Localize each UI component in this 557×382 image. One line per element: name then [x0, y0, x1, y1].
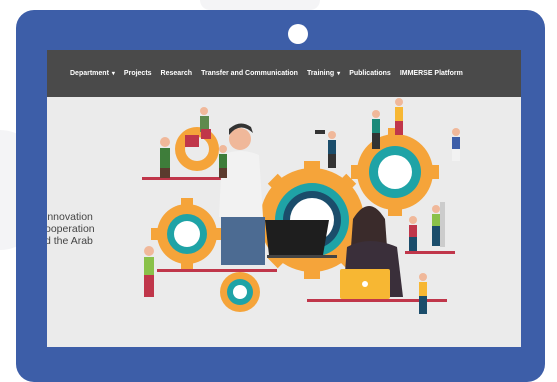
person-figure [395, 98, 403, 135]
nav-item-label: Training [306, 70, 335, 77]
person-figure [409, 216, 417, 251]
nav-item-label: Department [70, 70, 109, 77]
gear-icon [175, 127, 219, 171]
chevron-down-icon: ▾ [337, 71, 341, 77]
teamwork-gears-illustration [142, 98, 460, 314]
person-figure [144, 246, 154, 297]
person-figure [219, 145, 227, 178]
platform [405, 251, 455, 254]
nav-item-research[interactable]: Research [161, 70, 193, 77]
nav-item-label: Publications [349, 70, 391, 77]
nav-item-label: IMMERSE Platform [399, 70, 463, 77]
person-figure [419, 273, 427, 314]
website-screen: Department ▾ Projects Research Transfer … [47, 50, 521, 347]
person-figure [160, 137, 170, 178]
platform [142, 177, 222, 180]
nav-item-label: Transfer and Communication [201, 70, 298, 77]
nav-item-department[interactable]: Department ▾ [70, 70, 115, 77]
person-figure [452, 128, 460, 161]
nav-item-label: Projects [123, 70, 152, 77]
gear-icon [351, 128, 439, 216]
main-navbar: Department ▾ Projects Research Transfer … [47, 50, 521, 97]
nav-item-label: Research [160, 70, 193, 77]
gear-icon [220, 272, 260, 312]
gear-icon [151, 198, 223, 270]
person-figure [432, 202, 445, 247]
background-shape-top [200, 0, 320, 10]
nav-item-transfer-communication[interactable]: Transfer and Communication [201, 70, 298, 77]
nav-item-projects[interactable]: Projects [124, 70, 152, 77]
hero-section: innovation ooperation d the Arab [47, 97, 521, 347]
nav-item-publications[interactable]: Publications [349, 70, 391, 77]
nav-item-immerse-platform[interactable]: IMMERSE Platform [400, 70, 463, 77]
platform [157, 269, 277, 272]
camera-dot [288, 24, 308, 44]
person-figure [372, 110, 380, 149]
nav-item-training[interactable]: Training ▾ [307, 70, 340, 77]
chevron-down-icon: ▾ [111, 71, 115, 77]
